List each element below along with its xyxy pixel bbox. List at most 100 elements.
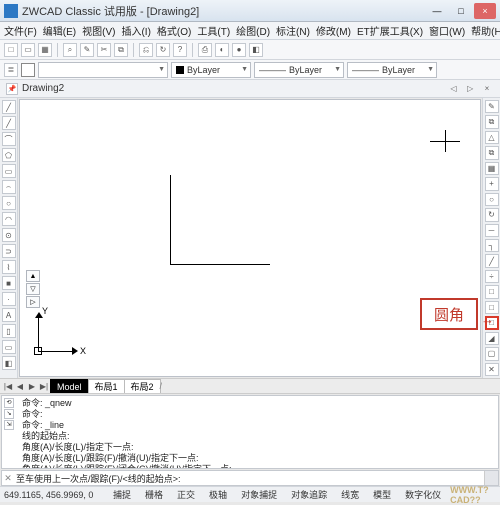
drawing-canvas[interactable]: ▲ ▽ ▷ Y X bbox=[19, 99, 481, 377]
menu-annotate[interactable]: 标注(N) bbox=[276, 23, 310, 38]
open-icon[interactable]: ▭ bbox=[21, 43, 35, 57]
model-toggle[interactable]: 模型 bbox=[368, 487, 396, 502]
block-icon[interactable]: ▯ bbox=[2, 324, 16, 338]
menu-view[interactable]: 视图(V) bbox=[82, 23, 115, 38]
view-side-icon[interactable]: ▷ bbox=[26, 296, 40, 308]
menu-ettools[interactable]: ET扩展工具(X) bbox=[357, 23, 423, 38]
minimize-button[interactable]: — bbox=[426, 3, 448, 19]
menu-format[interactable]: 格式(O) bbox=[157, 23, 191, 38]
lineweight-combo[interactable]: ———ByLayer▼ bbox=[347, 62, 437, 78]
tab-last-icon[interactable]: ▶| bbox=[38, 380, 50, 392]
new-icon[interactable]: □ bbox=[4, 43, 18, 57]
ortho-toggle[interactable]: 正交 bbox=[172, 487, 200, 502]
menu-tools[interactable]: 工具(T) bbox=[197, 23, 230, 38]
otrack-toggle[interactable]: 对象追踪 bbox=[286, 487, 332, 502]
preview-icon[interactable]: ◐ bbox=[215, 43, 229, 57]
menu-file[interactable]: 文件(F) bbox=[4, 23, 37, 38]
pin-icon[interactable]: 📌 bbox=[6, 83, 18, 95]
arc-icon[interactable]: ⌢ bbox=[2, 180, 16, 194]
redo-icon[interactable]: ↻ bbox=[156, 43, 170, 57]
cmd-corner-icon[interactable]: ⟲ bbox=[4, 398, 14, 408]
tab-layout1[interactable]: 布局1 bbox=[88, 379, 125, 393]
extend-icon[interactable]: ╱ bbox=[485, 254, 499, 267]
menu-modify[interactable]: 修改(M) bbox=[316, 23, 351, 38]
find-icon[interactable]: ⌕ bbox=[63, 43, 77, 57]
spline-icon[interactable]: ◠ bbox=[2, 212, 16, 226]
join-icon[interactable]: □ bbox=[485, 285, 499, 298]
lwt-toggle[interactable]: 线宽 bbox=[336, 487, 364, 502]
trim-icon[interactable]: ┐ bbox=[485, 239, 499, 252]
break-icon[interactable]: ÷ bbox=[485, 270, 499, 283]
tab-prev-icon[interactable]: ◀ bbox=[14, 380, 26, 392]
cmd-cancel-icon[interactable]: ✕ bbox=[2, 473, 14, 484]
plot-icon[interactable]: ● bbox=[232, 43, 246, 57]
tab-layout2[interactable]: 布局2 bbox=[124, 379, 161, 393]
line-icon[interactable]: ╱ bbox=[2, 100, 16, 114]
save-icon[interactable]: ▦ bbox=[38, 43, 52, 57]
polar-toggle[interactable]: 极轴 bbox=[204, 487, 232, 502]
explode-icon[interactable]: ◢ bbox=[485, 332, 499, 345]
cmd-corner-icon[interactable]: ↘ bbox=[4, 409, 14, 419]
ellipse-icon[interactable]: ⊙ bbox=[2, 228, 16, 242]
tab-first-icon[interactable]: |◀ bbox=[2, 380, 14, 392]
polyline-icon[interactable]: ⌒ bbox=[2, 132, 16, 146]
erase-icon[interactable]: ✎ bbox=[485, 100, 499, 113]
osnap-toggle[interactable]: 对象捕捉 bbox=[236, 487, 282, 502]
print-icon[interactable]: ⎙ bbox=[198, 43, 212, 57]
color-swatch[interactable] bbox=[21, 63, 35, 77]
revcloud-icon[interactable]: ⌇ bbox=[2, 260, 16, 274]
move-icon[interactable]: + bbox=[485, 177, 499, 190]
layer-combo[interactable]: ▼ bbox=[38, 62, 168, 78]
mirror-icon[interactable]: △ bbox=[485, 131, 499, 144]
undo-icon[interactable]: ⎌ bbox=[139, 43, 153, 57]
tab-next-icon[interactable]: ▷ bbox=[463, 82, 477, 96]
rectangle-icon[interactable]: ▭ bbox=[2, 164, 16, 178]
offset-icon[interactable]: ⧉ bbox=[485, 146, 499, 159]
digitizer-toggle[interactable]: 数字化仪 bbox=[400, 487, 446, 502]
render-icon[interactable]: ◧ bbox=[249, 43, 263, 57]
view-top-icon[interactable]: ▲ bbox=[26, 270, 40, 282]
region-icon[interactable]: ▭ bbox=[2, 340, 16, 354]
snap-toggle[interactable]: 捕捉 bbox=[108, 487, 136, 502]
point-icon[interactable]: · bbox=[2, 292, 16, 306]
polygon-icon[interactable]: ⬠ bbox=[2, 148, 16, 162]
tab-prev-icon[interactable]: ◁ bbox=[446, 82, 460, 96]
copy-icon[interactable]: ⧉ bbox=[114, 43, 128, 57]
tab-next-icon[interactable]: ▶ bbox=[26, 380, 38, 392]
text-icon[interactable]: A bbox=[2, 308, 16, 322]
tab-close-icon[interactable]: × bbox=[480, 82, 494, 96]
menu-help[interactable]: 帮助(H) bbox=[471, 23, 500, 38]
scrollbar[interactable] bbox=[484, 471, 498, 485]
table-icon[interactable]: ◧ bbox=[2, 356, 16, 370]
command-input[interactable]: 至车使用上一次点/跟踪(F)/<线的起始点>: bbox=[14, 472, 498, 485]
stretch-icon[interactable]: ─ bbox=[485, 224, 499, 237]
misc2-icon[interactable]: ✕ bbox=[485, 363, 499, 376]
maximize-button[interactable]: □ bbox=[450, 3, 472, 19]
scale-icon[interactable]: ↻ bbox=[485, 208, 499, 221]
menu-edit[interactable]: 编辑(E) bbox=[43, 23, 76, 38]
grid-toggle[interactable]: 栅格 bbox=[140, 487, 168, 502]
tab-model[interactable]: Model bbox=[50, 379, 89, 393]
coordinate-readout: 649.1165, 456.9969, 0 bbox=[4, 490, 104, 500]
menu-draw[interactable]: 绘图(D) bbox=[236, 23, 270, 38]
help-icon[interactable]: ? bbox=[173, 43, 187, 57]
circle-icon[interactable]: ○ bbox=[2, 196, 16, 210]
copy-obj-icon[interactable]: ⧉ bbox=[485, 115, 499, 128]
hatch-icon[interactable]: ■ bbox=[2, 276, 16, 290]
layer-icon[interactable]: ≣ bbox=[4, 63, 18, 77]
linetype-combo[interactable]: ———ByLayer▼ bbox=[254, 62, 344, 78]
close-button[interactable]: × bbox=[474, 3, 496, 19]
ray-icon[interactable]: ╱ bbox=[2, 116, 16, 130]
menu-window[interactable]: 窗口(W) bbox=[429, 23, 465, 38]
menu-insert[interactable]: 插入(I) bbox=[121, 23, 150, 38]
ellipsearc-icon[interactable]: ⊃ bbox=[2, 244, 16, 258]
array-icon[interactable]: ▦ bbox=[485, 162, 499, 175]
cmd-line: 角度(A)/长度(L)/跟踪(F)/撤消(U)/指定下一点: bbox=[22, 453, 494, 464]
cut-icon[interactable]: ✂ bbox=[97, 43, 111, 57]
view-front-icon[interactable]: ▽ bbox=[26, 283, 40, 295]
cmd-corner-icon[interactable]: ⇲ bbox=[4, 420, 14, 430]
rotate-icon[interactable]: ○ bbox=[485, 193, 499, 206]
misc1-icon[interactable]: ▢ bbox=[485, 347, 499, 360]
edit-icon[interactable]: ✎ bbox=[80, 43, 94, 57]
color-combo[interactable]: ByLayer▼ bbox=[171, 62, 251, 78]
